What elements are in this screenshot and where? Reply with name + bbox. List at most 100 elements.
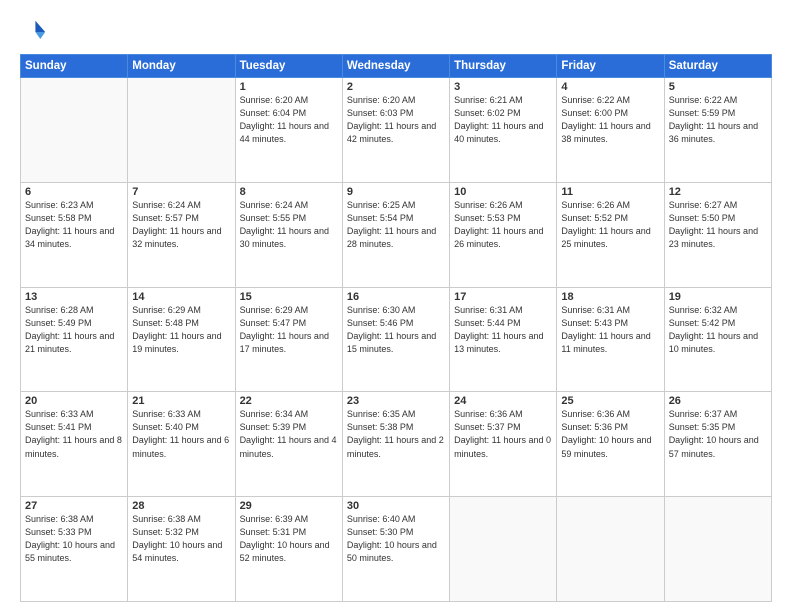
day-number: 21 xyxy=(132,395,230,407)
calendar-day-cell: 18Sunrise: 6:31 AM Sunset: 5:43 PM Dayli… xyxy=(557,287,664,392)
calendar-day-cell: 26Sunrise: 6:37 AM Sunset: 5:35 PM Dayli… xyxy=(664,392,771,497)
weekday-header-wednesday: Wednesday xyxy=(342,55,449,78)
day-number: 2 xyxy=(347,81,445,93)
day-info: Sunrise: 6:36 AM Sunset: 5:36 PM Dayligh… xyxy=(561,408,659,460)
day-info: Sunrise: 6:38 AM Sunset: 5:33 PM Dayligh… xyxy=(25,513,123,565)
calendar-day-cell: 8Sunrise: 6:24 AM Sunset: 5:55 PM Daylig… xyxy=(235,182,342,287)
day-number: 27 xyxy=(25,500,123,512)
calendar-day-cell xyxy=(557,497,664,602)
calendar-day-cell: 20Sunrise: 6:33 AM Sunset: 5:41 PM Dayli… xyxy=(21,392,128,497)
day-info: Sunrise: 6:33 AM Sunset: 5:40 PM Dayligh… xyxy=(132,408,230,460)
day-info: Sunrise: 6:33 AM Sunset: 5:41 PM Dayligh… xyxy=(25,408,123,460)
day-number: 29 xyxy=(240,500,338,512)
day-info: Sunrise: 6:29 AM Sunset: 5:47 PM Dayligh… xyxy=(240,304,338,356)
day-info: Sunrise: 6:28 AM Sunset: 5:49 PM Dayligh… xyxy=(25,304,123,356)
day-number: 12 xyxy=(669,186,767,198)
day-info: Sunrise: 6:20 AM Sunset: 6:04 PM Dayligh… xyxy=(240,94,338,146)
calendar-day-cell: 12Sunrise: 6:27 AM Sunset: 5:50 PM Dayli… xyxy=(664,182,771,287)
day-number: 20 xyxy=(25,395,123,407)
calendar-day-cell: 25Sunrise: 6:36 AM Sunset: 5:36 PM Dayli… xyxy=(557,392,664,497)
day-info: Sunrise: 6:22 AM Sunset: 5:59 PM Dayligh… xyxy=(669,94,767,146)
calendar-day-cell xyxy=(664,497,771,602)
calendar-day-cell: 19Sunrise: 6:32 AM Sunset: 5:42 PM Dayli… xyxy=(664,287,771,392)
calendar-day-cell: 9Sunrise: 6:25 AM Sunset: 5:54 PM Daylig… xyxy=(342,182,449,287)
weekday-header-saturday: Saturday xyxy=(664,55,771,78)
calendar-day-cell: 6Sunrise: 6:23 AM Sunset: 5:58 PM Daylig… xyxy=(21,182,128,287)
day-number: 25 xyxy=(561,395,659,407)
day-info: Sunrise: 6:34 AM Sunset: 5:39 PM Dayligh… xyxy=(240,408,338,460)
day-number: 3 xyxy=(454,81,552,93)
day-number: 7 xyxy=(132,186,230,198)
header xyxy=(20,18,772,46)
calendar-day-cell xyxy=(450,497,557,602)
calendar-day-cell: 23Sunrise: 6:35 AM Sunset: 5:38 PM Dayli… xyxy=(342,392,449,497)
weekday-header-thursday: Thursday xyxy=(450,55,557,78)
page: SundayMondayTuesdayWednesdayThursdayFrid… xyxy=(0,0,792,612)
day-info: Sunrise: 6:31 AM Sunset: 5:44 PM Dayligh… xyxy=(454,304,552,356)
day-info: Sunrise: 6:24 AM Sunset: 5:55 PM Dayligh… xyxy=(240,199,338,251)
weekday-header-row: SundayMondayTuesdayWednesdayThursdayFrid… xyxy=(21,55,772,78)
calendar-day-cell: 4Sunrise: 6:22 AM Sunset: 6:00 PM Daylig… xyxy=(557,78,664,183)
day-number: 4 xyxy=(561,81,659,93)
day-info: Sunrise: 6:27 AM Sunset: 5:50 PM Dayligh… xyxy=(669,199,767,251)
calendar-week-row: 6Sunrise: 6:23 AM Sunset: 5:58 PM Daylig… xyxy=(21,182,772,287)
calendar-day-cell: 14Sunrise: 6:29 AM Sunset: 5:48 PM Dayli… xyxy=(128,287,235,392)
day-number: 22 xyxy=(240,395,338,407)
day-info: Sunrise: 6:24 AM Sunset: 5:57 PM Dayligh… xyxy=(132,199,230,251)
calendar-day-cell: 11Sunrise: 6:26 AM Sunset: 5:52 PM Dayli… xyxy=(557,182,664,287)
logo-icon xyxy=(20,18,48,46)
day-info: Sunrise: 6:20 AM Sunset: 6:03 PM Dayligh… xyxy=(347,94,445,146)
day-number: 1 xyxy=(240,81,338,93)
calendar-day-cell: 21Sunrise: 6:33 AM Sunset: 5:40 PM Dayli… xyxy=(128,392,235,497)
day-number: 24 xyxy=(454,395,552,407)
day-info: Sunrise: 6:31 AM Sunset: 5:43 PM Dayligh… xyxy=(561,304,659,356)
day-info: Sunrise: 6:29 AM Sunset: 5:48 PM Dayligh… xyxy=(132,304,230,356)
day-number: 8 xyxy=(240,186,338,198)
calendar-day-cell: 5Sunrise: 6:22 AM Sunset: 5:59 PM Daylig… xyxy=(664,78,771,183)
calendar-table: SundayMondayTuesdayWednesdayThursdayFrid… xyxy=(20,54,772,602)
day-number: 6 xyxy=(25,186,123,198)
calendar-day-cell: 24Sunrise: 6:36 AM Sunset: 5:37 PM Dayli… xyxy=(450,392,557,497)
day-info: Sunrise: 6:26 AM Sunset: 5:52 PM Dayligh… xyxy=(561,199,659,251)
weekday-header-monday: Monday xyxy=(128,55,235,78)
day-number: 26 xyxy=(669,395,767,407)
day-info: Sunrise: 6:40 AM Sunset: 5:30 PM Dayligh… xyxy=(347,513,445,565)
calendar-day-cell: 30Sunrise: 6:40 AM Sunset: 5:30 PM Dayli… xyxy=(342,497,449,602)
calendar-week-row: 13Sunrise: 6:28 AM Sunset: 5:49 PM Dayli… xyxy=(21,287,772,392)
day-info: Sunrise: 6:30 AM Sunset: 5:46 PM Dayligh… xyxy=(347,304,445,356)
weekday-header-tuesday: Tuesday xyxy=(235,55,342,78)
calendar-day-cell: 27Sunrise: 6:38 AM Sunset: 5:33 PM Dayli… xyxy=(21,497,128,602)
day-info: Sunrise: 6:22 AM Sunset: 6:00 PM Dayligh… xyxy=(561,94,659,146)
day-info: Sunrise: 6:35 AM Sunset: 5:38 PM Dayligh… xyxy=(347,408,445,460)
day-info: Sunrise: 6:36 AM Sunset: 5:37 PM Dayligh… xyxy=(454,408,552,460)
day-number: 23 xyxy=(347,395,445,407)
day-number: 10 xyxy=(454,186,552,198)
day-info: Sunrise: 6:23 AM Sunset: 5:58 PM Dayligh… xyxy=(25,199,123,251)
calendar-day-cell: 22Sunrise: 6:34 AM Sunset: 5:39 PM Dayli… xyxy=(235,392,342,497)
day-number: 28 xyxy=(132,500,230,512)
calendar-day-cell: 16Sunrise: 6:30 AM Sunset: 5:46 PM Dayli… xyxy=(342,287,449,392)
calendar-day-cell: 13Sunrise: 6:28 AM Sunset: 5:49 PM Dayli… xyxy=(21,287,128,392)
day-number: 5 xyxy=(669,81,767,93)
day-number: 18 xyxy=(561,291,659,303)
calendar-week-row: 1Sunrise: 6:20 AM Sunset: 6:04 PM Daylig… xyxy=(21,78,772,183)
calendar-week-row: 20Sunrise: 6:33 AM Sunset: 5:41 PM Dayli… xyxy=(21,392,772,497)
calendar-day-cell: 1Sunrise: 6:20 AM Sunset: 6:04 PM Daylig… xyxy=(235,78,342,183)
day-number: 11 xyxy=(561,186,659,198)
calendar-day-cell xyxy=(128,78,235,183)
day-info: Sunrise: 6:26 AM Sunset: 5:53 PM Dayligh… xyxy=(454,199,552,251)
day-number: 30 xyxy=(347,500,445,512)
day-number: 16 xyxy=(347,291,445,303)
calendar-day-cell: 7Sunrise: 6:24 AM Sunset: 5:57 PM Daylig… xyxy=(128,182,235,287)
calendar-day-cell: 2Sunrise: 6:20 AM Sunset: 6:03 PM Daylig… xyxy=(342,78,449,183)
day-info: Sunrise: 6:39 AM Sunset: 5:31 PM Dayligh… xyxy=(240,513,338,565)
calendar-day-cell: 29Sunrise: 6:39 AM Sunset: 5:31 PM Dayli… xyxy=(235,497,342,602)
calendar-day-cell: 28Sunrise: 6:38 AM Sunset: 5:32 PM Dayli… xyxy=(128,497,235,602)
day-number: 14 xyxy=(132,291,230,303)
calendar-day-cell: 10Sunrise: 6:26 AM Sunset: 5:53 PM Dayli… xyxy=(450,182,557,287)
calendar-day-cell: 17Sunrise: 6:31 AM Sunset: 5:44 PM Dayli… xyxy=(450,287,557,392)
day-info: Sunrise: 6:25 AM Sunset: 5:54 PM Dayligh… xyxy=(347,199,445,251)
day-info: Sunrise: 6:38 AM Sunset: 5:32 PM Dayligh… xyxy=(132,513,230,565)
day-info: Sunrise: 6:21 AM Sunset: 6:02 PM Dayligh… xyxy=(454,94,552,146)
day-number: 17 xyxy=(454,291,552,303)
